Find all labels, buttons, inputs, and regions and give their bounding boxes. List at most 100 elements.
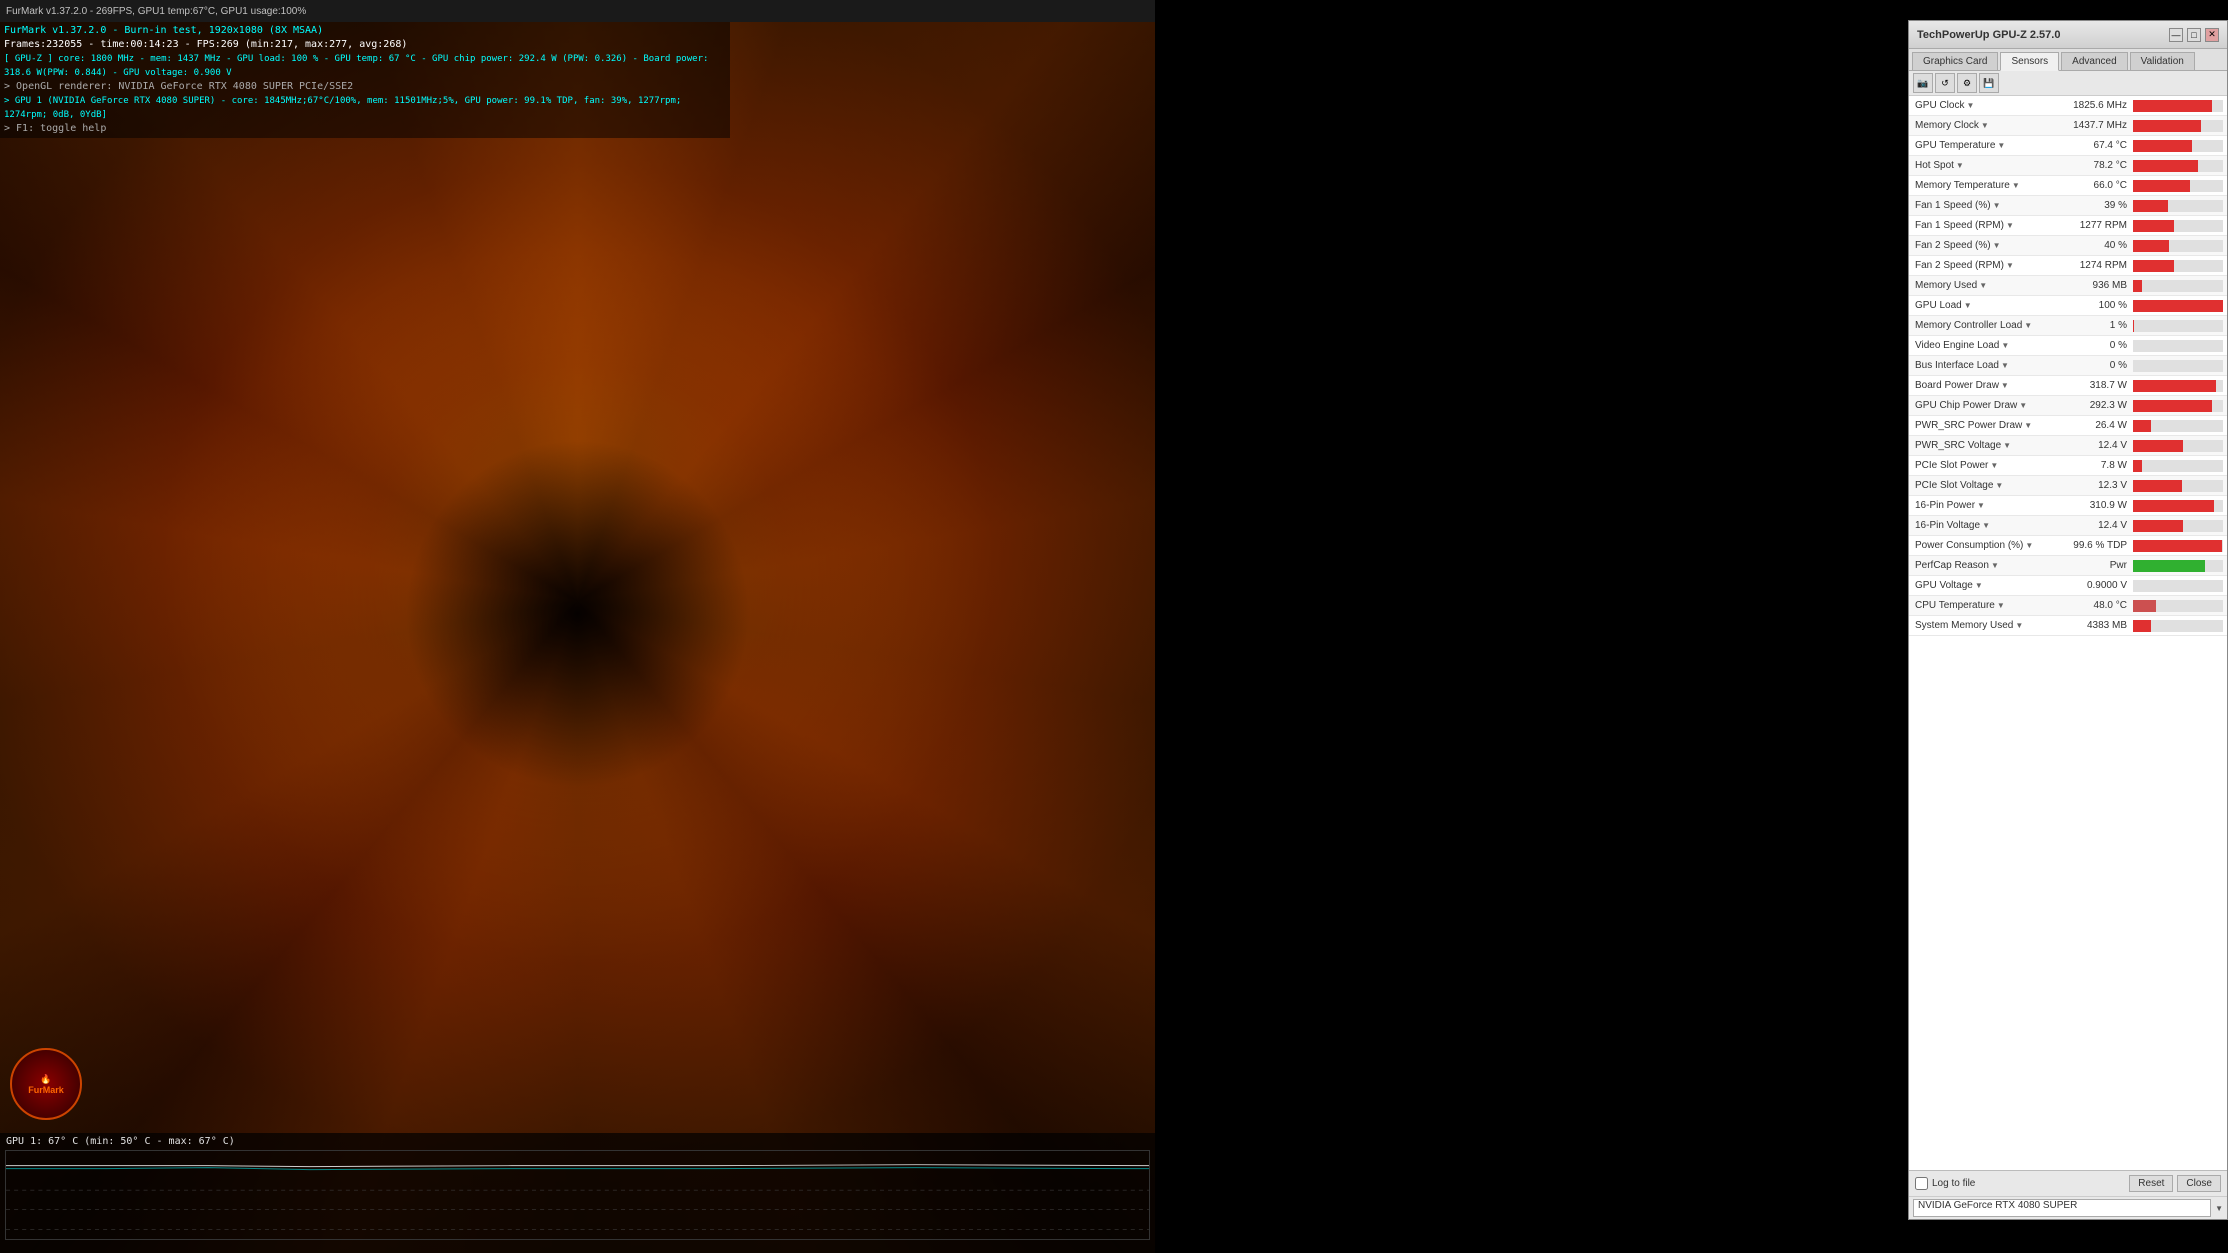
gpu-select-arrow-icon[interactable]: ▼	[2215, 1204, 2223, 1213]
camera-button[interactable]: 📷	[1913, 73, 1933, 93]
sensor-bar-container-12	[2133, 340, 2223, 352]
logo-circle: 🔥FurMark	[10, 1048, 82, 1120]
tab-sensors[interactable]: Sensors	[2000, 52, 2059, 71]
sensor-dropdown-6[interactable]: ▼	[2006, 221, 2014, 230]
reset-button[interactable]: Reset	[2129, 1175, 2173, 1192]
sensor-row-3: Hot Spot▼78.2 °C	[1909, 156, 2227, 176]
sensor-name-18: PCIe Slot Power▼	[1911, 460, 2059, 471]
sensor-bar-11	[2133, 320, 2134, 332]
tab-validation[interactable]: Validation	[2130, 52, 2195, 70]
sensor-bar-container-3	[2133, 160, 2223, 172]
tab-advanced[interactable]: Advanced	[2061, 52, 2127, 70]
logo-text: 🔥FurMark	[28, 1074, 64, 1095]
sensor-bar-17	[2133, 440, 2183, 452]
sensor-bar-container-23	[2133, 560, 2223, 572]
sensor-value-12: 0 %	[2059, 340, 2131, 351]
gpu-select-dropdown[interactable]: NVIDIA GeForce RTX 4080 SUPER	[1913, 1199, 2211, 1217]
sensor-value-10: 100 %	[2059, 300, 2131, 311]
sensor-row-0: GPU Clock▼1825.6 MHz	[1909, 96, 2227, 116]
sensor-bar-container-18	[2133, 460, 2223, 472]
sensor-row-11: Memory Controller Load▼1 %	[1909, 316, 2227, 336]
tab-graphics-card[interactable]: Graphics Card	[1912, 52, 1998, 70]
log-to-file-checkbox[interactable]	[1915, 1177, 1928, 1190]
sensor-row-2: GPU Temperature▼67.4 °C	[1909, 136, 2227, 156]
gpuz-panel: TechPowerUp GPU-Z 2.57.0 — □ ✕ Graphics …	[1908, 20, 2228, 1220]
sensor-dropdown-9[interactable]: ▼	[1979, 281, 1987, 290]
sensor-dropdown-2[interactable]: ▼	[1997, 141, 2005, 150]
furmark-logo: 🔥FurMark	[10, 1048, 90, 1128]
sensor-dropdown-17[interactable]: ▼	[2003, 441, 2011, 450]
sensor-bar-container-24	[2133, 580, 2223, 592]
sensor-name-20: 16-Pin Power▼	[1911, 500, 2059, 511]
sensor-name-9: Memory Used▼	[1911, 280, 2059, 291]
sensor-dropdown-11[interactable]: ▼	[2024, 321, 2032, 330]
sensor-dropdown-5[interactable]: ▼	[1993, 201, 2001, 210]
sensor-dropdown-25[interactable]: ▼	[1997, 601, 2005, 610]
minimize-button[interactable]: —	[2169, 28, 2183, 42]
sensor-dropdown-4[interactable]: ▼	[2012, 181, 2020, 190]
sensor-dropdown-13[interactable]: ▼	[2001, 361, 2009, 370]
sensor-dropdown-18[interactable]: ▼	[1990, 461, 1998, 470]
sensor-name-25: CPU Temperature▼	[1911, 600, 2059, 611]
log-to-file-label[interactable]: Log to file	[1915, 1177, 1975, 1190]
sensor-row-24: GPU Voltage▼0.9000 V	[1909, 576, 2227, 596]
sensor-dropdown-22[interactable]: ▼	[2025, 541, 2033, 550]
sensor-dropdown-20[interactable]: ▼	[1977, 501, 1985, 510]
sensor-row-20: 16-Pin Power▼310.9 W	[1909, 496, 2227, 516]
sensor-row-7: Fan 2 Speed (%)▼40 %	[1909, 236, 2227, 256]
sensor-value-6: 1277 RPM	[2059, 220, 2131, 231]
sensor-dropdown-7[interactable]: ▼	[1993, 241, 2001, 250]
sensor-name-13: Bus Interface Load▼	[1911, 360, 2059, 371]
sensor-name-11: Memory Controller Load▼	[1911, 320, 2059, 331]
sensor-dropdown-10[interactable]: ▼	[1964, 301, 1972, 310]
sensor-dropdown-21[interactable]: ▼	[1982, 521, 1990, 530]
sensor-value-7: 40 %	[2059, 240, 2131, 251]
sensor-value-9: 936 MB	[2059, 280, 2131, 291]
sensor-bar-16	[2133, 420, 2151, 432]
sensor-dropdown-8[interactable]: ▼	[2006, 261, 2014, 270]
sensor-value-0: 1825.6 MHz	[2059, 100, 2131, 111]
settings-button[interactable]: ⚙	[1957, 73, 1977, 93]
sensor-bar-19	[2133, 480, 2182, 492]
sensor-bar-14	[2133, 380, 2216, 392]
sensor-row-8: Fan 2 Speed (RPM)▼1274 RPM	[1909, 256, 2227, 276]
sensor-dropdown-26[interactable]: ▼	[2015, 621, 2023, 630]
sensor-dropdown-15[interactable]: ▼	[2019, 401, 2027, 410]
sensor-dropdown-14[interactable]: ▼	[2001, 381, 2009, 390]
sensor-row-12: Video Engine Load▼0 %	[1909, 336, 2227, 356]
sensor-row-16: PWR_SRC Power Draw▼26.4 W	[1909, 416, 2227, 436]
sensor-dropdown-19[interactable]: ▼	[1995, 481, 2003, 490]
sensor-bar-container-6	[2133, 220, 2223, 232]
sensor-dropdown-3[interactable]: ▼	[1956, 161, 1964, 170]
sensor-bar-6	[2133, 220, 2174, 232]
sensor-value-2: 67.4 °C	[2059, 140, 2131, 151]
sensor-dropdown-12[interactable]: ▼	[2001, 341, 2009, 350]
save-button[interactable]: 💾	[1979, 73, 1999, 93]
sensor-value-4: 66.0 °C	[2059, 180, 2131, 191]
sensor-bar-container-1	[2133, 120, 2223, 132]
sensor-name-15: GPU Chip Power Draw▼	[1911, 400, 2059, 411]
close-gpuz-button[interactable]: Close	[2177, 1175, 2221, 1192]
close-button[interactable]: ✕	[2205, 28, 2219, 42]
sensor-bar-container-5	[2133, 200, 2223, 212]
sensor-bar-22	[2133, 540, 2222, 552]
refresh-button[interactable]: ↺	[1935, 73, 1955, 93]
log-to-file-text: Log to file	[1932, 1178, 1975, 1189]
sensor-dropdown-24[interactable]: ▼	[1975, 581, 1983, 590]
dark-center	[404, 439, 751, 790]
sensor-bar-container-22	[2133, 540, 2223, 552]
sensors-table: GPU Clock▼1825.6 MHzMemory Clock▼1437.7 …	[1909, 96, 2227, 1170]
furmark-info-line-1: Frames:232055 - time:00:14:23 - FPS:269 …	[4, 38, 726, 52]
gpuz-window-controls: — □ ✕	[2167, 28, 2219, 42]
sensor-dropdown-1[interactable]: ▼	[1981, 121, 1989, 130]
sensor-bar-container-8	[2133, 260, 2223, 272]
sensor-dropdown-0[interactable]: ▼	[1966, 101, 1974, 110]
sensor-dropdown-16[interactable]: ▼	[2024, 421, 2032, 430]
maximize-button[interactable]: □	[2187, 28, 2201, 42]
sensor-bar-container-7	[2133, 240, 2223, 252]
sensor-dropdown-23[interactable]: ▼	[1991, 561, 1999, 570]
sensor-value-13: 0 %	[2059, 360, 2131, 371]
sensor-name-21: 16-Pin Voltage▼	[1911, 520, 2059, 531]
sensor-bar-container-25	[2133, 600, 2223, 612]
sensor-row-18: PCIe Slot Power▼7.8 W	[1909, 456, 2227, 476]
